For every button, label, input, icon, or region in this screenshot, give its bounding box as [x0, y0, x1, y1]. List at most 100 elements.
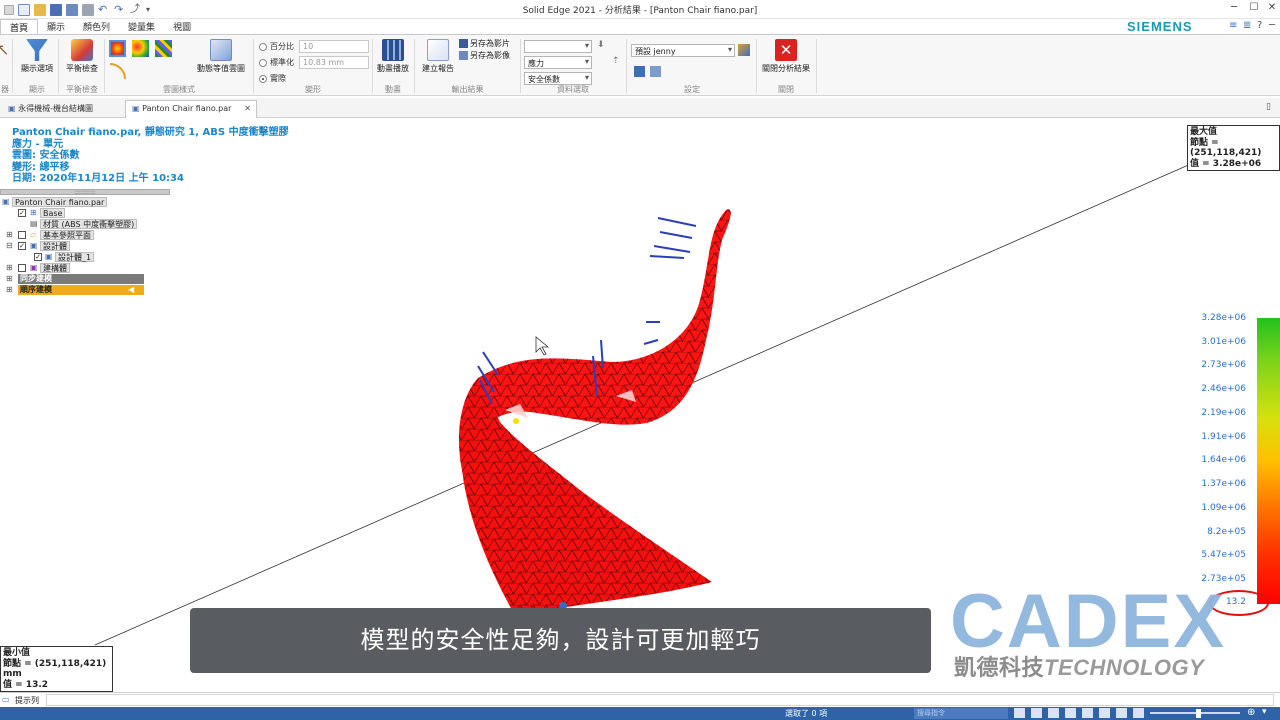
- save-as-image-button[interactable]: 另存為影像: [459, 50, 510, 61]
- tab-variable-set[interactable]: 變量集: [119, 19, 164, 34]
- radio-dot: [259, 58, 267, 67]
- rotate-icon[interactable]: [1082, 708, 1093, 718]
- body-icon: ▣: [45, 252, 53, 261]
- data-select-combo-1[interactable]: [524, 40, 592, 53]
- mic-icon[interactable]: ⬇: [597, 40, 605, 50]
- tab-home[interactable]: 首頁: [0, 19, 39, 34]
- maximize-icon[interactable]: ☐: [1248, 2, 1260, 14]
- info-line-date: 日期: 2020年11月12日 上午 10:34: [12, 173, 184, 184]
- minimize-icon[interactable]: ─: [1228, 2, 1240, 14]
- tab-list-icon[interactable]: ▯: [1266, 102, 1271, 112]
- show-options-button[interactable]: 顯示選項: [18, 39, 56, 74]
- legend-label: 1.91e+06: [1201, 432, 1246, 442]
- zoom-slider-thumb[interactable]: [1196, 709, 1201, 718]
- close-tab-icon[interactable]: ✕: [244, 104, 251, 113]
- tree-item-material[interactable]: ▤ 材質 (ABS 中度衝擊塑膠): [0, 219, 170, 230]
- close-analysis-label: 關閉分析結果: [762, 64, 810, 73]
- zoom-area-icon[interactable]: [1014, 708, 1025, 718]
- percent-field[interactable]: 10: [299, 40, 369, 53]
- animate-contour-button[interactable]: 動態等值雲圖: [192, 39, 250, 74]
- help-list-icon[interactable]: ≡: [1229, 21, 1239, 31]
- doc-tab-panton-label: Panton Chair fiano.par: [142, 104, 232, 113]
- expand-icon[interactable]: ⊞: [6, 275, 13, 283]
- command-search-input[interactable]: 搜尋指令: [914, 708, 1008, 719]
- actual-radio[interactable]: 實際: [259, 73, 286, 84]
- help-question-icon[interactable]: ?: [1257, 21, 1267, 31]
- rollback-arrow-icon[interactable]: ◀: [128, 285, 134, 294]
- actual-label: 實際: [270, 74, 286, 83]
- create-report-label: 建立報告: [422, 64, 454, 73]
- collapse-icon[interactable]: ⊟: [6, 242, 13, 250]
- animate-play-button[interactable]: 動畫播放: [374, 39, 412, 74]
- doc-tab-machine-label: 永得機械-機台結構圖: [18, 104, 93, 113]
- contour-smooth-button[interactable]: [132, 40, 149, 57]
- design-body-checkbox[interactable]: ✓: [18, 242, 26, 250]
- cadex-technology: TECHNOLOGY: [1044, 655, 1205, 680]
- tree-item-design-body[interactable]: ⊟ ✓ ▣ 設計體: [0, 241, 170, 252]
- tree-item-base[interactable]: ✓ ⊞ Base: [0, 208, 170, 219]
- help-panel-icon[interactable]: ≣: [1243, 21, 1253, 31]
- ribbon-collapse-icon[interactable]: ─: [1269, 21, 1279, 31]
- max-value: 值 = 3.28e+06: [1190, 158, 1262, 169]
- contour-fringe-button[interactable]: [109, 40, 126, 57]
- siemens-logo: SIEMENS: [1127, 19, 1193, 34]
- document-tabs: ▣ 永得機械-機台結構圖 ▣ Panton Chair fiano.par ✕ ▯: [0, 98, 1280, 118]
- save-as-video-button[interactable]: 另存為影片: [459, 38, 510, 49]
- pan-icon[interactable]: [1065, 708, 1076, 718]
- preset-combo[interactable]: 預設 jenny: [631, 44, 735, 57]
- part-icon: ▣: [8, 104, 19, 113]
- iso-line-button[interactable]: [110, 63, 126, 79]
- group-label-close: 關閉: [778, 85, 794, 94]
- prompt-field[interactable]: [46, 694, 1274, 706]
- close-window-icon[interactable]: ✕: [1266, 2, 1278, 14]
- percent-radio[interactable]: 百分比: [259, 41, 294, 52]
- select-tool-button[interactable]: ↖: [0, 39, 9, 63]
- doc-tab-machine[interactable]: ▣ 永得機械-機台結構圖: [2, 100, 99, 118]
- create-report-button[interactable]: 建立報告: [418, 39, 458, 74]
- expand-icon[interactable]: ⊞: [6, 264, 13, 272]
- expand-icon[interactable]: ⊞: [6, 231, 13, 239]
- contour-mesh-button[interactable]: [155, 40, 172, 57]
- group-label-left: 器: [1, 85, 9, 94]
- close-analysis-button[interactable]: ✕ 關閉分析結果: [758, 39, 814, 74]
- fit-icon[interactable]: [1048, 708, 1059, 718]
- settings-b-icon[interactable]: [650, 66, 661, 77]
- preset-save-icon[interactable]: [738, 44, 750, 56]
- data-select-combo-2[interactable]: 應力: [524, 56, 592, 69]
- group-separator: [253, 39, 254, 93]
- tab-view[interactable]: 視圖: [164, 19, 200, 34]
- tree-item-constructions[interactable]: ⊞ ▣ 建構體: [0, 263, 170, 274]
- zoom-slider[interactable]: [1150, 712, 1240, 714]
- balance-check-button[interactable]: 平衡檢查: [62, 39, 102, 74]
- settings-a-icon[interactable]: [634, 66, 645, 77]
- balance-check-label: 平衡檢查: [66, 64, 98, 73]
- tab-display[interactable]: 顯示: [38, 19, 74, 34]
- normalize-field[interactable]: 10.83 mm: [299, 56, 369, 69]
- normalize-radio[interactable]: 標準化: [259, 57, 294, 68]
- doc-tab-panton[interactable]: ▣ Panton Chair fiano.par ✕: [125, 100, 257, 118]
- max-marker: [513, 418, 519, 424]
- ref-planes-checkbox[interactable]: [18, 231, 26, 239]
- shade-icon[interactable]: [1116, 708, 1127, 718]
- info-line-stress: 應力 - 單元: [12, 138, 64, 150]
- view-orient-icon[interactable]: [1133, 708, 1144, 718]
- base-checkbox[interactable]: ✓: [18, 209, 26, 217]
- zoom-icon[interactable]: [1031, 708, 1042, 718]
- tree-item-design-body-1[interactable]: ✓ ▣ 設計體_1: [0, 252, 170, 263]
- sketch-view-icon[interactable]: [1099, 708, 1110, 718]
- tree-constructions-label: 建構體: [40, 263, 70, 273]
- tab-colorbar[interactable]: 顏色列: [74, 19, 119, 34]
- design-body-1-checkbox[interactable]: ✓: [34, 253, 42, 261]
- expand-icon[interactable]: ⊞: [6, 286, 13, 294]
- image-icon: [459, 51, 468, 60]
- pin-icon[interactable]: ⇡: [612, 56, 620, 66]
- status-menu-icon[interactable]: ▾: [1262, 707, 1267, 717]
- tree-item-sync-model[interactable]: ⊞ 同步建模: [0, 274, 170, 285]
- constructions-checkbox[interactable]: [18, 264, 26, 272]
- group-label-settings: 設定: [684, 85, 700, 94]
- tree-item-ref-planes[interactable]: ⊞ ▱ 基本參照平面: [0, 230, 170, 241]
- part-icon: ▣: [132, 104, 143, 113]
- tree-root[interactable]: ▣ Panton Chair fiano.par: [0, 197, 170, 208]
- zoom-in-icon[interactable]: ⊕: [1247, 707, 1255, 718]
- tree-item-ordered-model[interactable]: ⊞ 順序建模 ◀: [0, 285, 170, 296]
